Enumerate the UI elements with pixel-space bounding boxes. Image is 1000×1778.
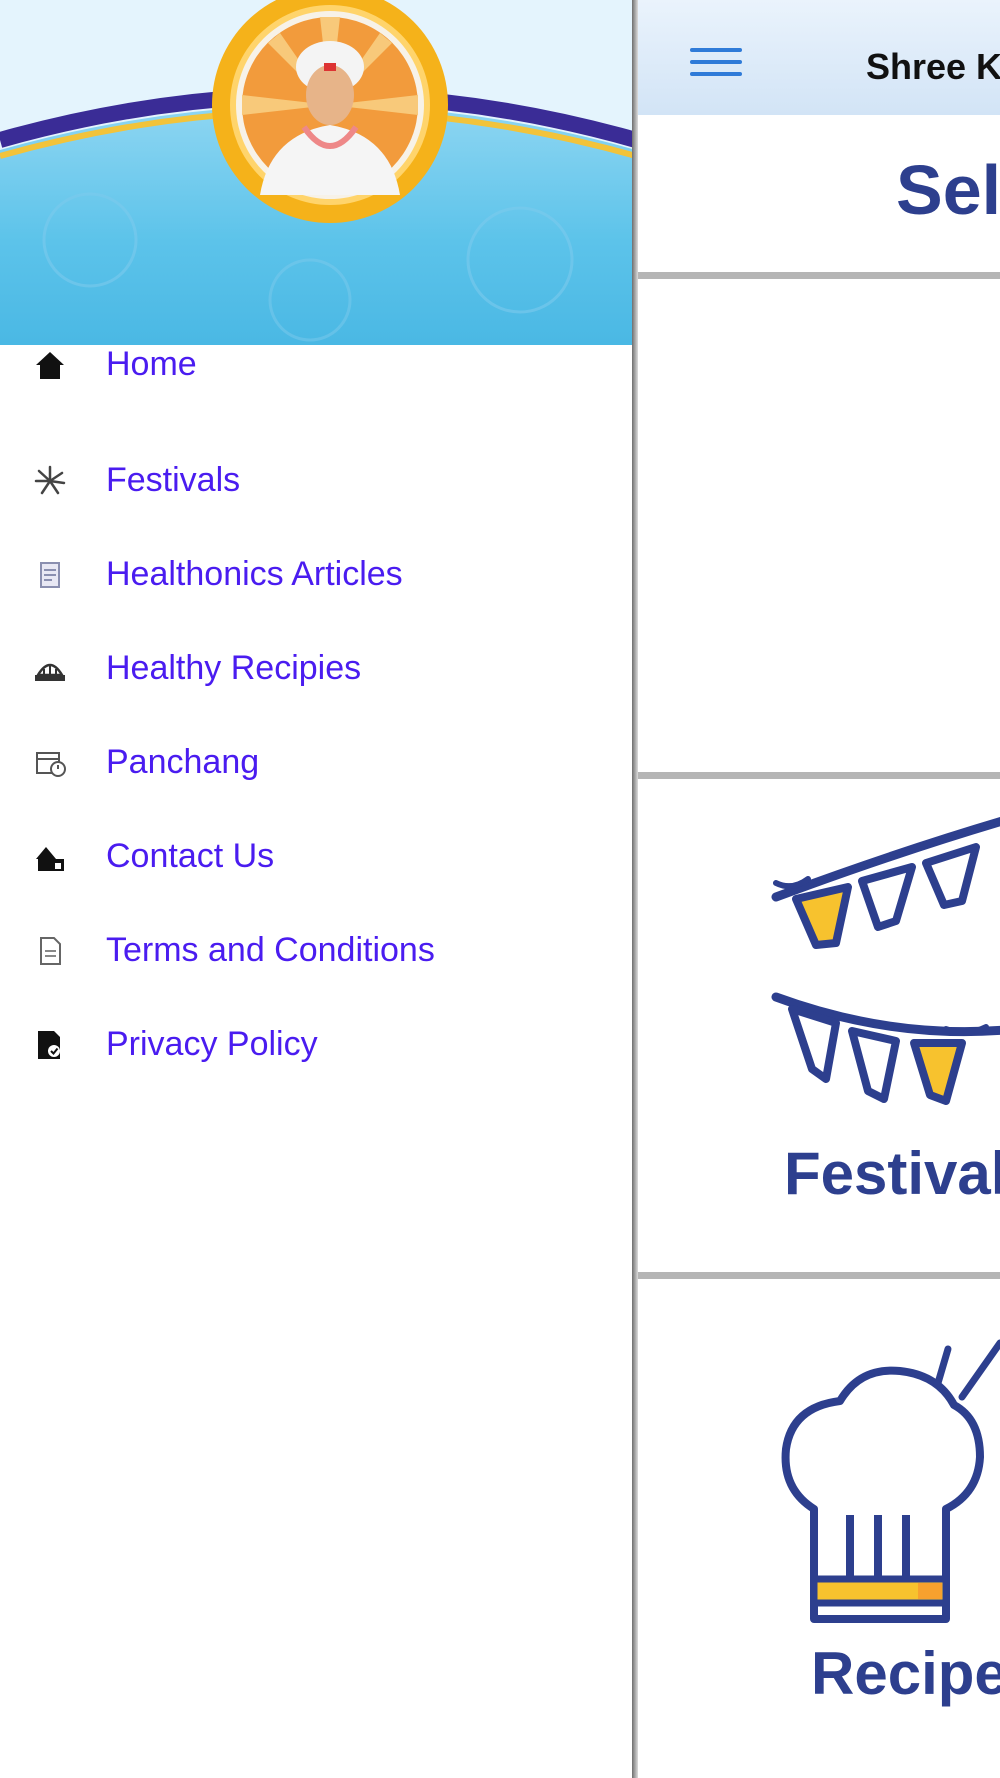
bunting-flags-icon [771,817,1000,1105]
contact-icon [36,847,64,871]
hamburger-line [690,48,742,52]
menu-item-terms-and-conditions[interactable]: Terms and Conditions [0,909,632,1003]
menu-item-privacy-policy[interactable]: Privacy Policy [0,1003,632,1097]
divider [636,272,1000,279]
menu-item-label: Home [106,345,197,383]
divider [636,1272,1000,1279]
drawer-header-banner [0,0,636,345]
drawer-menu-list: Home Festivals Healthonics Articles Heal… [0,345,632,1097]
menu-item-label: Terms and Conditions [106,931,435,969]
menu-item-festivals[interactable]: Festivals [0,439,632,533]
article-icon [40,562,60,588]
recipe-icon [35,663,65,681]
festivals-tile[interactable]: Festivals [636,779,1000,1272]
main-content: Shree K Sel Festivals [636,0,1000,1778]
navigation-drawer: Home Festivals Healthonics Articles Heal… [0,0,636,1778]
menu-item-label: Healthonics Articles [106,555,403,593]
app-header: Shree K [636,0,1000,115]
saint-portrait-avatar [212,0,448,223]
menu-item-label: Festivals [106,461,241,499]
hamburger-line [690,60,742,64]
recipe-tile-label: Recipe [811,1640,1000,1707]
menu-item-contact-us[interactable]: Contact Us [0,815,632,909]
menu-item-healthy-recipies[interactable]: Healthy Recipies [0,627,632,721]
document-icon [40,937,61,965]
blank-tile[interactable] [636,279,1000,772]
hamburger-line [690,72,742,76]
app-title: Shree K [866,46,1000,87]
divider [636,772,1000,779]
chef-hat-icon [781,1339,1000,1623]
recipe-tile[interactable]: Recipe [636,1279,1000,1778]
home-icon [36,352,64,379]
hamburger-menu-button[interactable] [690,44,742,84]
select-category-title: Sel [896,151,1000,229]
menu-item-label: Contact Us [106,837,275,875]
menu-item-panchang[interactable]: Panchang [0,721,632,815]
menu-item-healthonics-articles[interactable]: Healthonics Articles [0,533,632,627]
drawer-edge-shadow [632,0,638,1778]
panchang-icon [36,752,66,777]
menu-item-label: Panchang [106,743,260,781]
menu-item-home[interactable]: Home [0,345,632,439]
fireworks-icon [34,465,66,495]
menu-item-label: Healthy Recipies [106,649,362,687]
privacy-icon [38,1031,60,1059]
festivals-tile-label: Festivals [784,1140,1000,1207]
menu-item-label: Privacy Policy [106,1025,318,1063]
